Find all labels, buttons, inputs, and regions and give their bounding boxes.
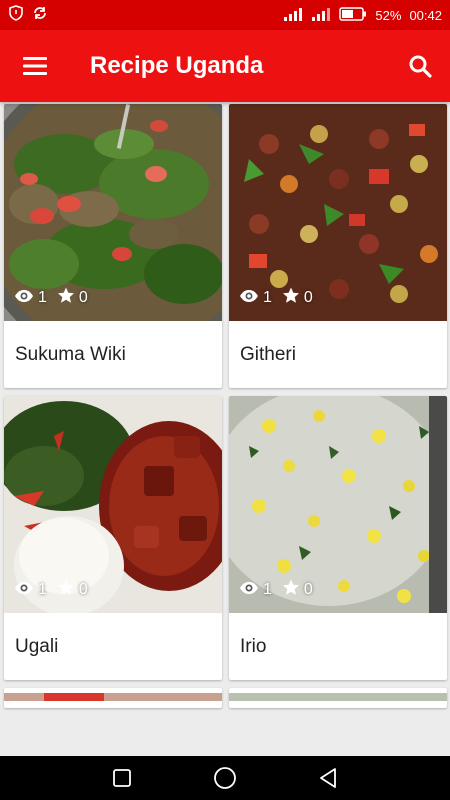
star-icon: [282, 579, 300, 601]
signal-icon: [283, 7, 303, 24]
recipe-title: Githeri: [240, 343, 296, 365]
sync-icon: [32, 5, 48, 26]
wifi-icon: [311, 7, 331, 24]
recipe-stats: 1 0: [14, 579, 98, 601]
status-bar: 52% 00:42: [0, 0, 450, 30]
recipe-image: 1 0: [4, 396, 222, 613]
eye-icon: [14, 581, 34, 600]
recipe-stats: 1 0: [239, 287, 323, 309]
battery-icon: [339, 6, 367, 24]
recipe-card-partial[interactable]: [229, 688, 447, 708]
back-triangle-icon[interactable]: [308, 758, 348, 798]
eye-icon: [239, 289, 259, 308]
recipe-card[interactable]: 1 0 Ugali: [4, 396, 222, 680]
recipe-card[interactable]: 1 0 Sukuma Wiki: [4, 104, 222, 388]
home-circle-icon[interactable]: [205, 758, 245, 798]
star-icon: [57, 287, 75, 309]
status-left-icons: [8, 4, 48, 26]
eye-icon: [14, 289, 34, 308]
eye-icon: [239, 581, 259, 600]
recipe-card[interactable]: 1 0 Irio: [229, 396, 447, 680]
app-bar: Recipe Uganda: [0, 30, 450, 102]
search-icon[interactable]: [390, 30, 450, 102]
recipe-grid: 1 0 Sukuma Wiki 1 0 Githeri 1 0 Ugali 1 …: [0, 102, 450, 756]
hamburger-menu-icon[interactable]: [0, 30, 70, 102]
recipe-image: 1 0: [4, 104, 222, 321]
recipe-image: 1 0: [229, 396, 447, 613]
system-nav-bar: [0, 756, 450, 800]
recipe-image: 1 0: [229, 104, 447, 321]
recents-square-icon[interactable]: [102, 758, 142, 798]
star-icon: [282, 287, 300, 309]
star-count: 0: [78, 289, 88, 306]
recipe-stats: 1 0: [239, 579, 323, 601]
view-count: 1: [38, 289, 47, 306]
recipe-card-partial[interactable]: [4, 688, 222, 708]
recipe-title: Ugali: [15, 635, 59, 657]
view-count: 1: [38, 581, 47, 598]
recipe-stats: 1 0: [14, 287, 98, 309]
app-title: Recipe Uganda: [90, 52, 264, 79]
star-count: 0: [303, 581, 313, 598]
shield-icon: [8, 4, 24, 26]
battery-percent: 52%: [375, 7, 402, 23]
status-right-icons: 52% 00:42: [283, 6, 442, 24]
view-count: 1: [263, 289, 272, 306]
star-count: 0: [78, 581, 88, 598]
recipe-title: Irio: [240, 635, 267, 657]
view-count: 1: [263, 581, 272, 598]
recipe-card[interactable]: 1 0 Githeri: [229, 104, 447, 388]
star-count: 0: [303, 289, 313, 306]
recipe-title: Sukuma Wiki: [15, 343, 126, 365]
status-time: 00:42: [409, 7, 442, 23]
star-icon: [57, 579, 75, 601]
